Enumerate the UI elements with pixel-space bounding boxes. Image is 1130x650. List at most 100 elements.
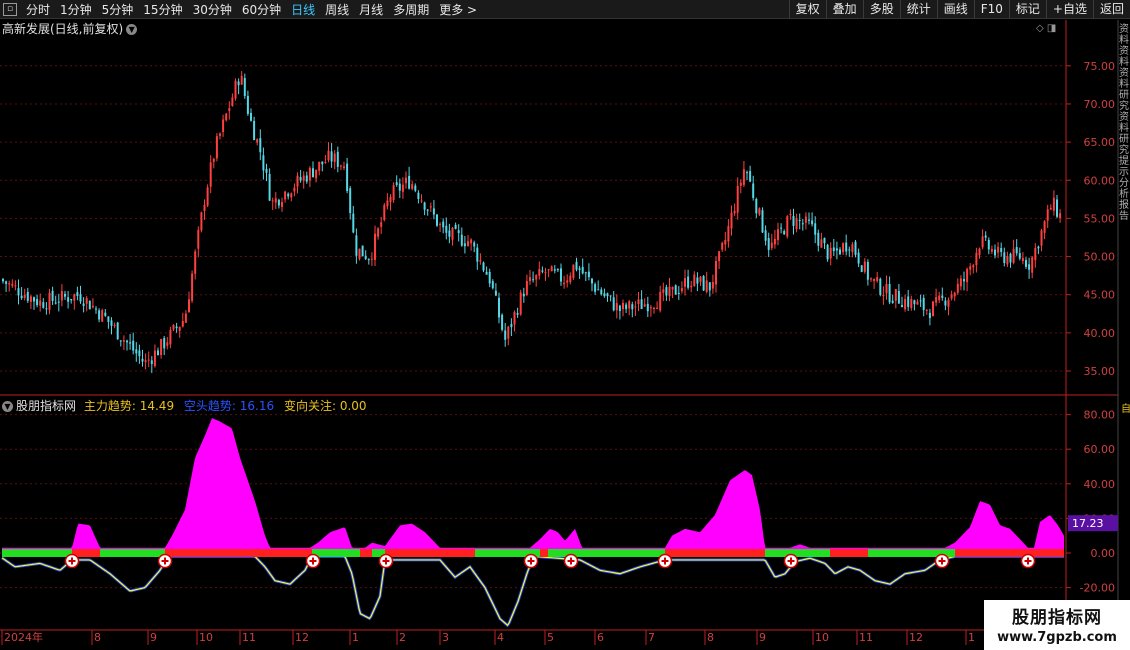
- candle-body: [677, 292, 680, 294]
- side-info-strip[interactable]: 资料资料资料研究资料研究提示分析报告: [1119, 24, 1130, 222]
- candle-body: [494, 290, 497, 296]
- candle-body: [336, 151, 339, 167]
- candle-body: [48, 292, 51, 310]
- candle-body: [473, 242, 476, 247]
- candle-body: [113, 324, 116, 326]
- candle-body: [488, 271, 491, 284]
- candle-body: [476, 247, 479, 262]
- candle-body: [752, 183, 755, 199]
- date-label: 2024年: [4, 630, 43, 644]
- candle-body: [212, 158, 215, 162]
- candle-body: [51, 290, 54, 301]
- date-label: 1: [352, 631, 359, 644]
- candle-body: [277, 199, 280, 206]
- candle-body: [209, 162, 212, 187]
- candle-body: [994, 249, 996, 256]
- candle-body: [132, 340, 135, 351]
- candle-body: [67, 297, 70, 302]
- candle-body: [501, 314, 504, 330]
- candle-body: [811, 220, 814, 225]
- main-trend-area: [2, 418, 1064, 553]
- candle-body: [299, 177, 302, 181]
- candle-body: [352, 213, 355, 233]
- candle-body: [659, 291, 662, 311]
- candle-body: [792, 216, 795, 226]
- candle-body: [423, 202, 426, 210]
- buy-marker: [305, 553, 321, 569]
- candle-body: [941, 295, 944, 298]
- candle-body: [281, 202, 283, 207]
- candle-body: [634, 306, 637, 308]
- state-bar-segment: [100, 549, 165, 557]
- candle-body: [609, 295, 612, 297]
- candle-body: [153, 350, 156, 367]
- candle-body: [990, 249, 993, 252]
- candle-body: [5, 281, 8, 284]
- price-tick-label: 75.00: [1084, 60, 1116, 73]
- candle-body: [184, 313, 187, 323]
- candle-body: [367, 259, 370, 261]
- candle-body: [715, 260, 717, 285]
- candle-body: [817, 232, 820, 246]
- candle-body: [857, 252, 860, 264]
- candle-body: [739, 182, 742, 186]
- candle-body: [910, 298, 913, 309]
- candle-body: [690, 285, 693, 288]
- state-bar-segment: [2, 549, 72, 557]
- candle-body: [386, 200, 389, 207]
- candle-body: [932, 301, 934, 317]
- candle-body: [308, 167, 311, 181]
- candle-body: [606, 293, 609, 297]
- buy-marker: [64, 553, 80, 569]
- date-label: 4: [497, 631, 504, 644]
- candle-body: [284, 191, 287, 200]
- candle-body: [498, 297, 500, 318]
- candle-body: [401, 184, 404, 192]
- candle-body: [467, 241, 469, 246]
- candle-body: [888, 283, 891, 303]
- chart-canvas[interactable]: 75.0070.0065.0060.0055.0050.0045.0040.00…: [0, 0, 1130, 650]
- candle-body: [383, 205, 386, 220]
- candle-body: [808, 219, 810, 221]
- date-label: 9: [759, 631, 766, 644]
- candle-body: [603, 293, 606, 297]
- date-label: 8: [707, 631, 714, 644]
- candle-body: [1043, 221, 1046, 233]
- candle-body: [696, 277, 699, 284]
- candle-body: [57, 301, 60, 303]
- candle-body: [987, 239, 990, 250]
- date-label: 11: [859, 631, 873, 644]
- indicator-tick-label: 40.00: [1084, 478, 1116, 491]
- candle-body: [547, 269, 550, 271]
- state-bar-segment: [540, 549, 548, 557]
- candle-body: [764, 230, 767, 241]
- candle-body: [246, 95, 249, 114]
- candle-body: [860, 265, 863, 272]
- candle-body: [33, 297, 35, 302]
- candle-body: [563, 282, 566, 285]
- candle-body: [268, 173, 271, 201]
- candle-body: [485, 271, 488, 275]
- candle-body: [150, 360, 153, 364]
- candle-body: [157, 350, 159, 356]
- buy-marker: [523, 553, 539, 569]
- date-label: 8: [94, 631, 101, 644]
- candle-body: [761, 210, 764, 233]
- candle-body: [389, 197, 392, 203]
- candle-body: [854, 241, 857, 255]
- candle-body: [978, 248, 981, 255]
- state-bar-segment: [165, 549, 270, 557]
- candle-body: [885, 283, 888, 294]
- candle-body: [240, 75, 243, 85]
- candle-body: [532, 279, 535, 281]
- candle-body: [222, 119, 225, 133]
- candle-body: [107, 316, 110, 322]
- candle-body: [693, 274, 696, 287]
- candle-body: [147, 359, 150, 361]
- candle-body: [618, 305, 621, 312]
- candle-body: [622, 302, 624, 310]
- candle-body: [448, 230, 451, 237]
- state-bar-segment: [385, 549, 475, 557]
- candle-body: [569, 275, 572, 282]
- candle-body: [795, 218, 798, 229]
